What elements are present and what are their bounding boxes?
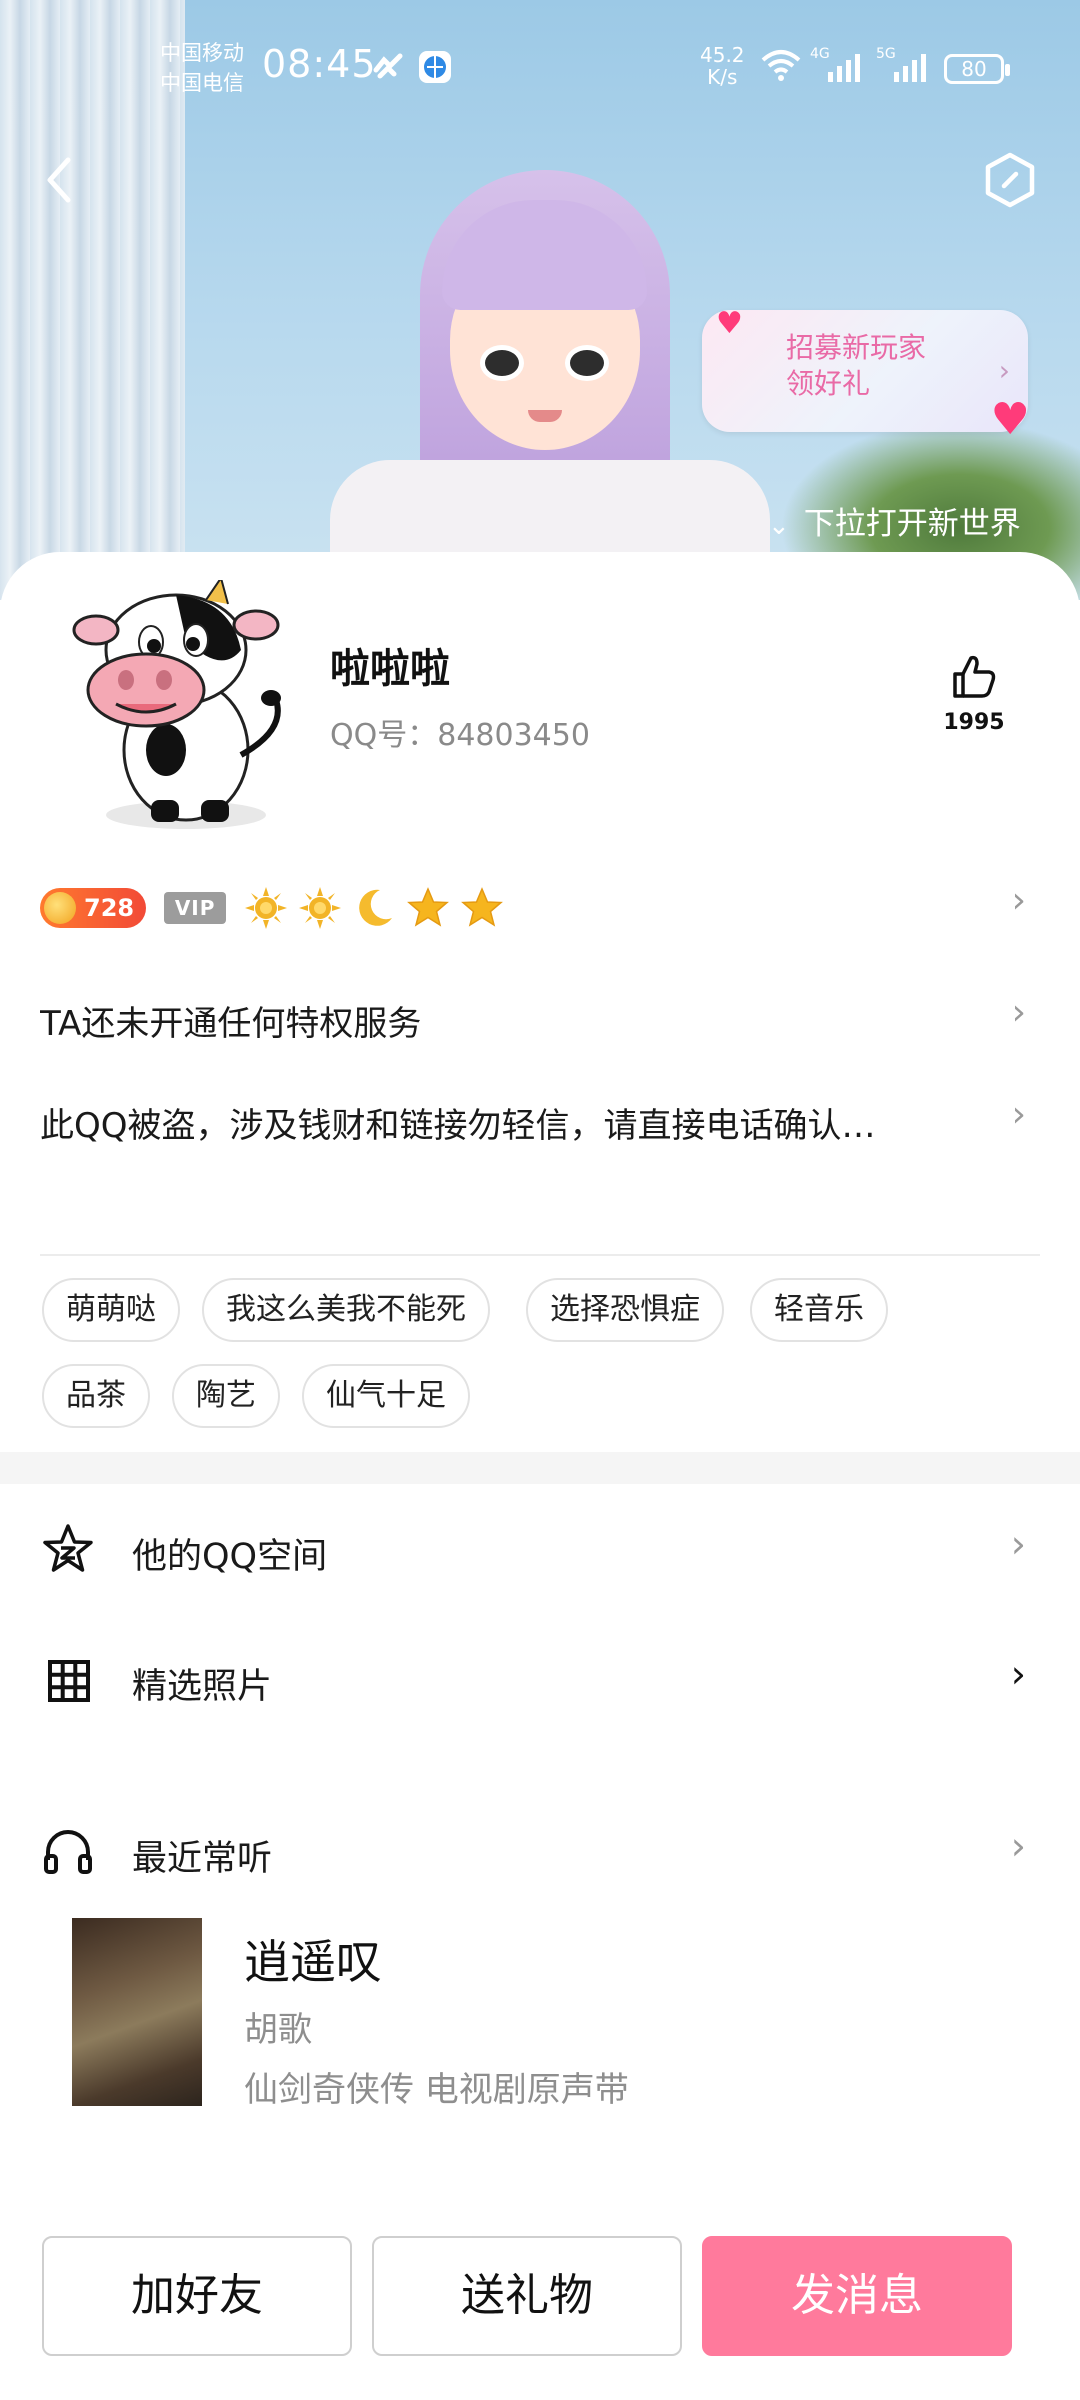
like-button[interactable]: 1995 [928,652,1020,735]
menu-label: 最近常听 [132,1839,273,1879]
star-icon [407,887,450,927]
level-badge: 728 [40,888,147,928]
send-message-button[interactable]: 发消息 [702,2236,1012,2356]
chevron-right-icon: › [1010,1652,1026,1696]
thumbs-up-icon [953,655,996,698]
chevron-right-icon[interactable]: › [1012,992,1026,1033]
menu-item-qzone[interactable]: 他的QQ空间 › [0,1512,1080,1592]
tag-chip[interactable]: 仙气十足 [302,1364,470,1428]
tag-chip[interactable]: 品茶 [42,1364,150,1428]
section-separator [0,1452,1080,1484]
headphones-icon [44,1830,92,1874]
qq-number: QQ号：84803450 [330,718,590,753]
profile-avatar[interactable] [56,580,296,840]
menu-item-photos[interactable]: 精选照片 › [0,1642,1080,1722]
chevron-right-icon[interactable]: › [1012,880,1026,921]
battery-indicator: 80 [944,54,1010,84]
like-count: 1995 [943,710,1005,735]
chevron-right-icon: › [998,354,1010,387]
chevron-right-icon: › [1010,1824,1026,1868]
coin-icon [44,892,76,924]
carrier-labels: 中国移动 中国电信 [160,41,244,95]
signature[interactable]: 此QQ被盗，涉及钱财和链接勿轻信，请直接电话确认… [40,1098,970,1147]
signal-icon-2 [894,54,926,82]
settings-hexagon-icon[interactable] [980,150,1040,210]
song-title[interactable]: 逍遥叹 [244,1926,382,1992]
wifi-icon [761,50,801,81]
album-cover[interactable] [72,1918,202,2106]
star-icon [461,887,504,927]
menu-label: 精选照片 [132,1667,273,1707]
heart-icon: ♥ [990,394,1030,445]
divider [40,1254,1040,1256]
menu-item-music[interactable]: 最近常听 › [0,1814,1080,1894]
chevron-right-icon: › [1010,1522,1026,1566]
chevron-right-icon[interactable]: › [1012,1094,1026,1135]
tag-chip[interactable]: 萌萌哒 [42,1278,180,1342]
privilege-status[interactable]: TA还未开通任何特权服务 [40,996,980,1045]
song-artist: 胡歌 [244,2010,312,2050]
profile-card: 啦啦啦 QQ号：84803450 1995 728 VIP › TA还未开通任何… [0,552,1080,2400]
chevron-down-icon: ⌄ [768,511,790,541]
status-bar: 中国移动 中国电信 08:45 45.2 K/s 4G 5G 80 [0,0,1080,130]
network-speed: 45.2 K/s [700,43,745,89]
browser-app-icon [419,51,451,83]
back-icon[interactable] [40,150,80,210]
vip-badge: VIP [164,892,227,924]
level-badges-row[interactable]: 728 VIP [40,884,504,932]
heart-icon: ♥ [716,306,743,341]
profile-banner[interactable]: 中国移动 中国电信 08:45 45.2 K/s 4G 5G 80 ♥ 招募新玩… [0,0,1080,600]
promo-text: 招募新玩家 领好礼 [786,331,927,400]
tag-chip[interactable]: 选择恐惧症 [526,1278,724,1342]
recruit-promo-card[interactable]: ♥ 招募新玩家 领好礼 › ♥ [702,306,1030,445]
grid-icon [48,1660,90,1702]
moon-icon [359,889,393,926]
nickname: 啦啦啦 [330,646,450,692]
sun-icon [245,887,288,929]
sun-icon [299,887,342,929]
menu-label: 他的QQ空间 [132,1537,328,1577]
song-album: 仙剑奇侠传 电视剧原声带 [244,2070,629,2110]
tag-chip[interactable]: 轻音乐 [750,1278,888,1342]
tag-chip[interactable]: 陶艺 [172,1364,280,1428]
add-friend-button[interactable]: 加好友 [42,2236,352,2356]
qzone-star-icon [43,1524,93,1572]
send-gift-button[interactable]: 送礼物 [372,2236,682,2356]
signal-icon [828,54,860,82]
app-notification-icon [373,53,403,79]
clock: 08:45 [262,42,377,86]
tag-chip[interactable]: 我这么美我不能死 [202,1278,490,1342]
pull-down-hint[interactable]: ⌄ 下拉打开新世界 [768,498,1021,543]
